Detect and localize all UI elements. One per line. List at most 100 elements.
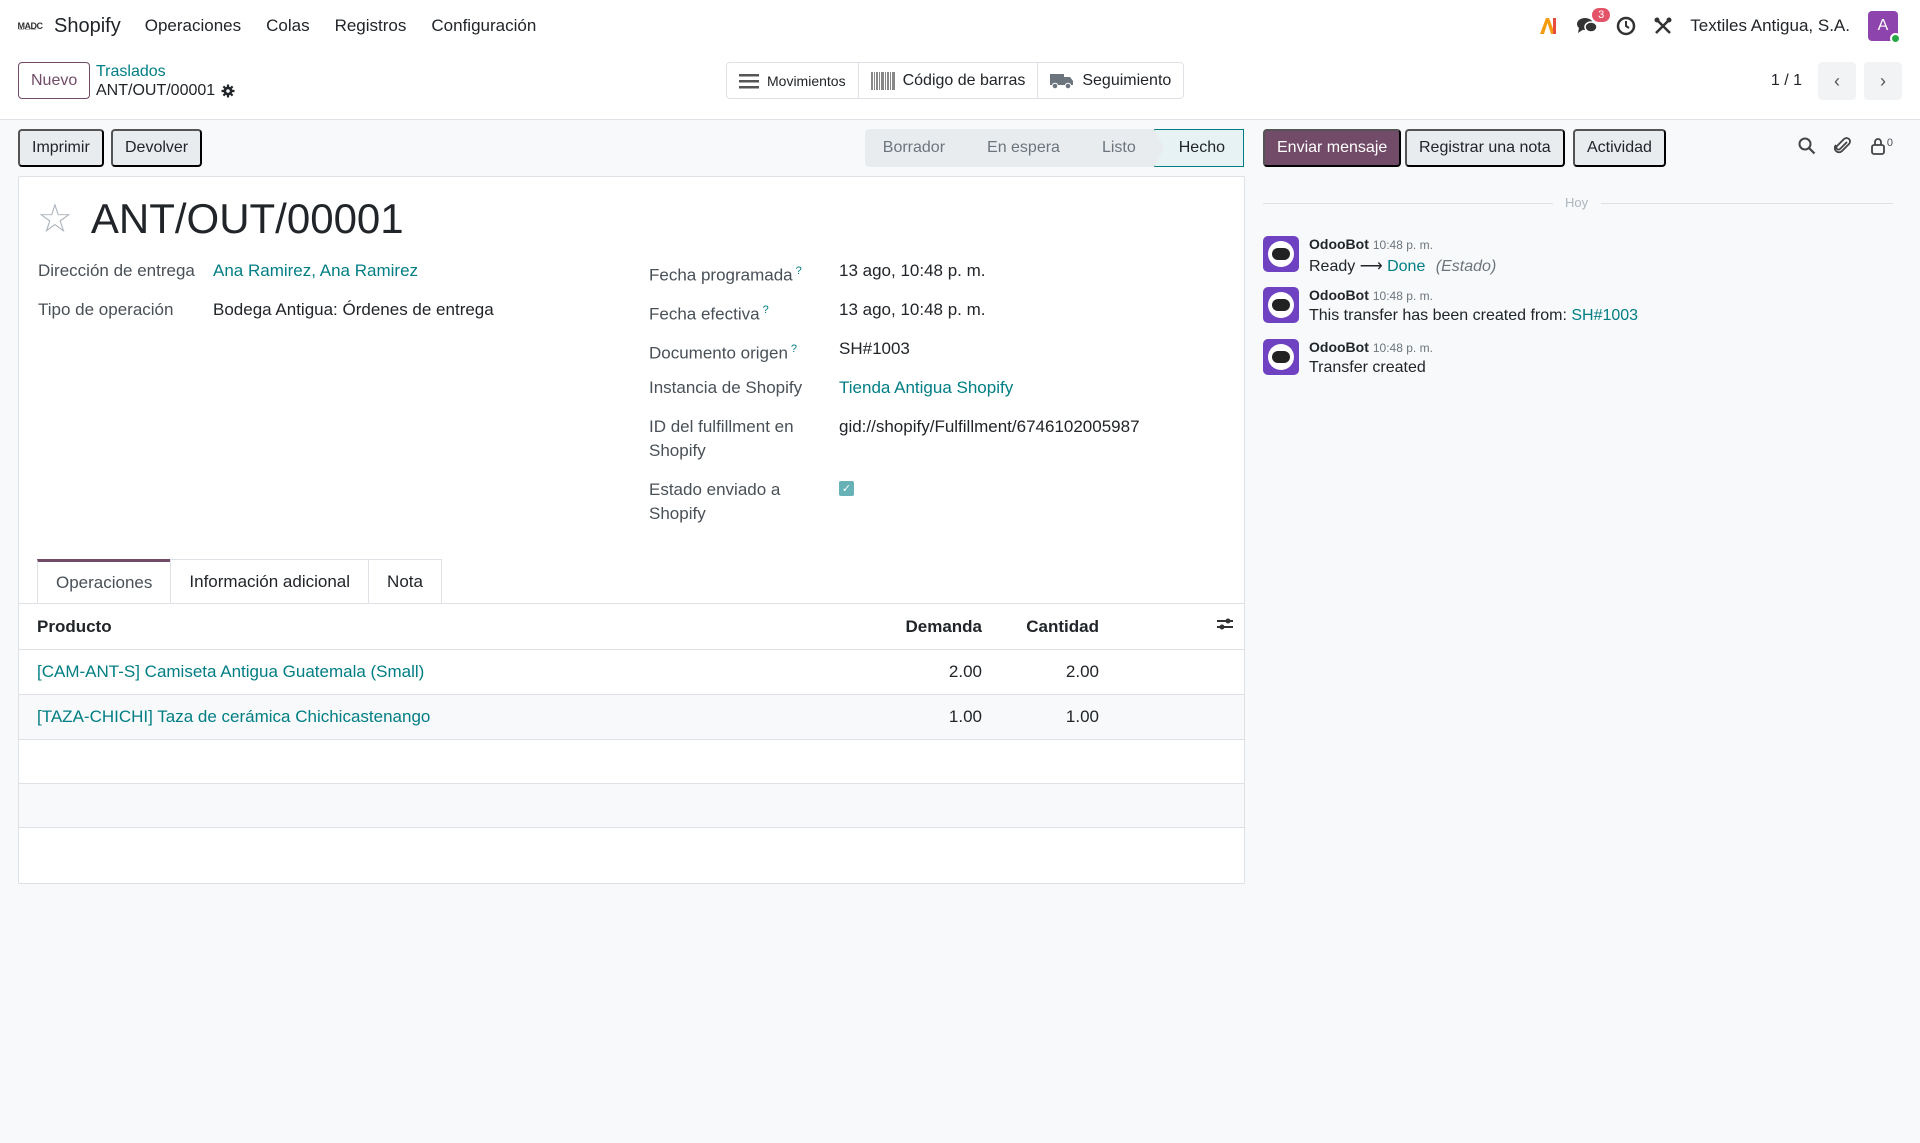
print-button[interactable]: Imprimir <box>18 129 104 167</box>
column-header-quantity[interactable]: Cantidad <box>1026 617 1099 637</box>
origin-document-label: Documento origen? <box>649 337 797 366</box>
record-title: ANT/OUT/00001 <box>90 195 404 242</box>
barcode-label: Código de barras <box>902 71 1026 89</box>
column-settings-icon[interactable] <box>1216 616 1234 637</box>
effective-date-value[interactable]: 13 ago, 10:48 p. m. <box>839 298 986 322</box>
tab-informacion-adicional[interactable]: Información adicional <box>170 559 370 603</box>
app-logo-icon[interactable]: M̲A̲D̲C <box>16 12 44 40</box>
row-product[interactable]: [TAZA-CHICHI] Taza de cerámica Chichicas… <box>37 707 430 727</box>
company-switcher[interactable]: Textiles Antigua, S.A. <box>1690 16 1850 36</box>
gear-icon[interactable] <box>221 84 235 98</box>
stage-en-espera[interactable]: En espera <box>963 129 1088 167</box>
pager-next-icon[interactable]: › <box>1864 62 1902 100</box>
tools-icon[interactable] <box>1654 17 1672 35</box>
activity-button[interactable]: Actividad <box>1573 129 1666 167</box>
message: OdooBot 10:48 p. m. Ready ⟶ Done (Estado) <box>1263 236 1893 286</box>
app-name[interactable]: Shopify <box>54 15 121 38</box>
tab-nota[interactable]: Nota <box>368 559 442 603</box>
truck-icon <box>1050 73 1074 89</box>
delivery-address-value[interactable]: Ana Ramirez, Ana Ramirez <box>213 259 418 283</box>
origin-document-value[interactable]: SH#1003 <box>839 337 910 361</box>
column-header-product[interactable]: Producto <box>37 617 112 637</box>
empty-row <box>19 827 1244 871</box>
author-name[interactable]: OdooBot <box>1309 339 1369 355</box>
user-avatar[interactable]: A <box>1868 11 1901 44</box>
return-button[interactable]: Devolver <box>111 129 203 167</box>
statusbar: Imprimir Devolver Borrador En espera Lis… <box>18 129 1244 167</box>
operation-type-value[interactable]: Bodega Antigua: Órdenes de entrega <box>213 298 494 322</box>
stage-listo[interactable]: Listo <box>1077 129 1164 167</box>
separator-line <box>1601 203 1893 204</box>
star-icon[interactable]: ☆ <box>37 199 73 239</box>
pager-value[interactable]: 1 / 1 <box>1771 72 1802 90</box>
tracking-button[interactable]: Seguimiento <box>1038 63 1183 98</box>
menu-registros[interactable]: Registros <box>335 16 407 36</box>
messages-icon[interactable]: 3 <box>1576 8 1611 36</box>
author-name[interactable]: OdooBot <box>1309 236 1369 252</box>
message-link[interactable]: SH#1003 <box>1571 307 1638 324</box>
followers-button[interactable]: 0 <box>1870 137 1893 155</box>
sent-status-checkbox[interactable]: ✓ <box>839 481 854 496</box>
odoobot-avatar[interactable] <box>1263 287 1299 323</box>
stage-borrador[interactable]: Borrador <box>864 129 974 167</box>
help-icon[interactable]: ? <box>796 265 802 277</box>
stage-pipeline: Borrador En espera Listo Hecho <box>864 129 1244 167</box>
operations-table: Producto Demanda Cantidad [CAM-ANT-S] Ca… <box>19 603 1244 871</box>
help-icon[interactable]: ? <box>763 304 769 316</box>
log-note-button[interactable]: Registrar una nota <box>1405 129 1565 167</box>
smart-buttons: Movimientos Código de barras Seguimiento <box>726 62 1185 99</box>
table-row[interactable]: [TAZA-CHICHI] Taza de cerámica Chichicas… <box>19 694 1244 739</box>
row-demand: 2.00 <box>948 662 982 681</box>
moves-button[interactable]: Movimientos <box>727 63 859 98</box>
shopify-instance-label: Instancia de Shopify <box>649 378 803 397</box>
tracking-label: Seguimiento <box>1082 71 1172 89</box>
row-quantity: 2.00 <box>1065 662 1099 681</box>
clock-icon[interactable] <box>1616 16 1636 36</box>
tracking-new-value: Done <box>1387 258 1426 275</box>
tab-operaciones[interactable]: Operaciones <box>37 559 172 603</box>
breadcrumb-parent-link[interactable]: Traslados <box>96 63 235 81</box>
barcode-icon <box>870 71 895 90</box>
menu-colas[interactable]: Colas <box>266 16 309 36</box>
row-demand: 1.00 <box>948 707 982 726</box>
tracking-old-value: Ready <box>1309 258 1356 275</box>
shopify-instance-value[interactable]: Tienda Antigua Shopify <box>839 376 1013 400</box>
send-message-button[interactable]: Enviar mensaje <box>1263 129 1402 167</box>
table-row[interactable]: [CAM-ANT-S] Camiseta Antigua Guatemala (… <box>19 649 1244 694</box>
stage-hecho[interactable]: Hecho <box>1153 129 1244 167</box>
avatar-letter: A <box>1877 17 1889 34</box>
empty-row <box>19 783 1244 827</box>
paperclip-icon[interactable] <box>1833 137 1852 155</box>
odoobot-avatar[interactable] <box>1263 236 1299 272</box>
notebook-tabs: Operaciones Información adicional Nota <box>37 559 442 603</box>
form-sheet: ☆ ANT/OUT/00001 Dirección de entrega Ana… <box>18 176 1245 884</box>
scheduled-date-label: Fecha programada? <box>649 259 802 288</box>
column-header-demand[interactable]: Demanda <box>905 617 982 637</box>
search-icon[interactable] <box>1798 137 1816 155</box>
pager: 1 / 1 ‹ › <box>1771 62 1902 100</box>
barcode-button[interactable]: Código de barras <box>859 63 1039 98</box>
scheduled-date-label-text: Fecha programada <box>649 265 793 285</box>
operation-type-label: Tipo de operación <box>38 300 174 319</box>
sent-status-label-line1: Estado enviado a <box>649 480 781 499</box>
fulfillment-id-value[interactable]: gid://shopify/Fulfillment/6746102005987 <box>839 415 1140 439</box>
ai-icon[interactable] <box>1538 17 1558 35</box>
message-body: Ready ⟶ Done (Estado) <box>1309 256 1496 276</box>
breadcrumb-current: ANT/OUT/00001 <box>96 81 235 101</box>
user-icon <box>1870 138 1885 155</box>
moves-label: Movimientos <box>767 72 846 89</box>
followers-count: 0 <box>1886 137 1893 149</box>
list-icon <box>739 73 759 88</box>
row-product[interactable]: [CAM-ANT-S] Camiseta Antigua Guatemala (… <box>37 662 424 682</box>
help-icon[interactable]: ? <box>791 343 797 355</box>
menu-operaciones[interactable]: Operaciones <box>145 16 241 36</box>
odoobot-avatar[interactable] <box>1263 339 1299 375</box>
scheduled-date-value[interactable]: 13 ago, 10:48 p. m. <box>839 259 986 283</box>
menu-configuracion[interactable]: Configuración <box>431 16 536 36</box>
new-button[interactable]: Nuevo <box>18 62 91 99</box>
fulfillment-id-label-line1: ID del fulfillment en <box>649 417 794 436</box>
author-name[interactable]: OdooBot <box>1309 287 1369 303</box>
message-time: 10:48 p. m. <box>1372 289 1433 303</box>
empty-row <box>19 739 1244 783</box>
pager-previous-icon[interactable]: ‹ <box>1818 62 1856 100</box>
